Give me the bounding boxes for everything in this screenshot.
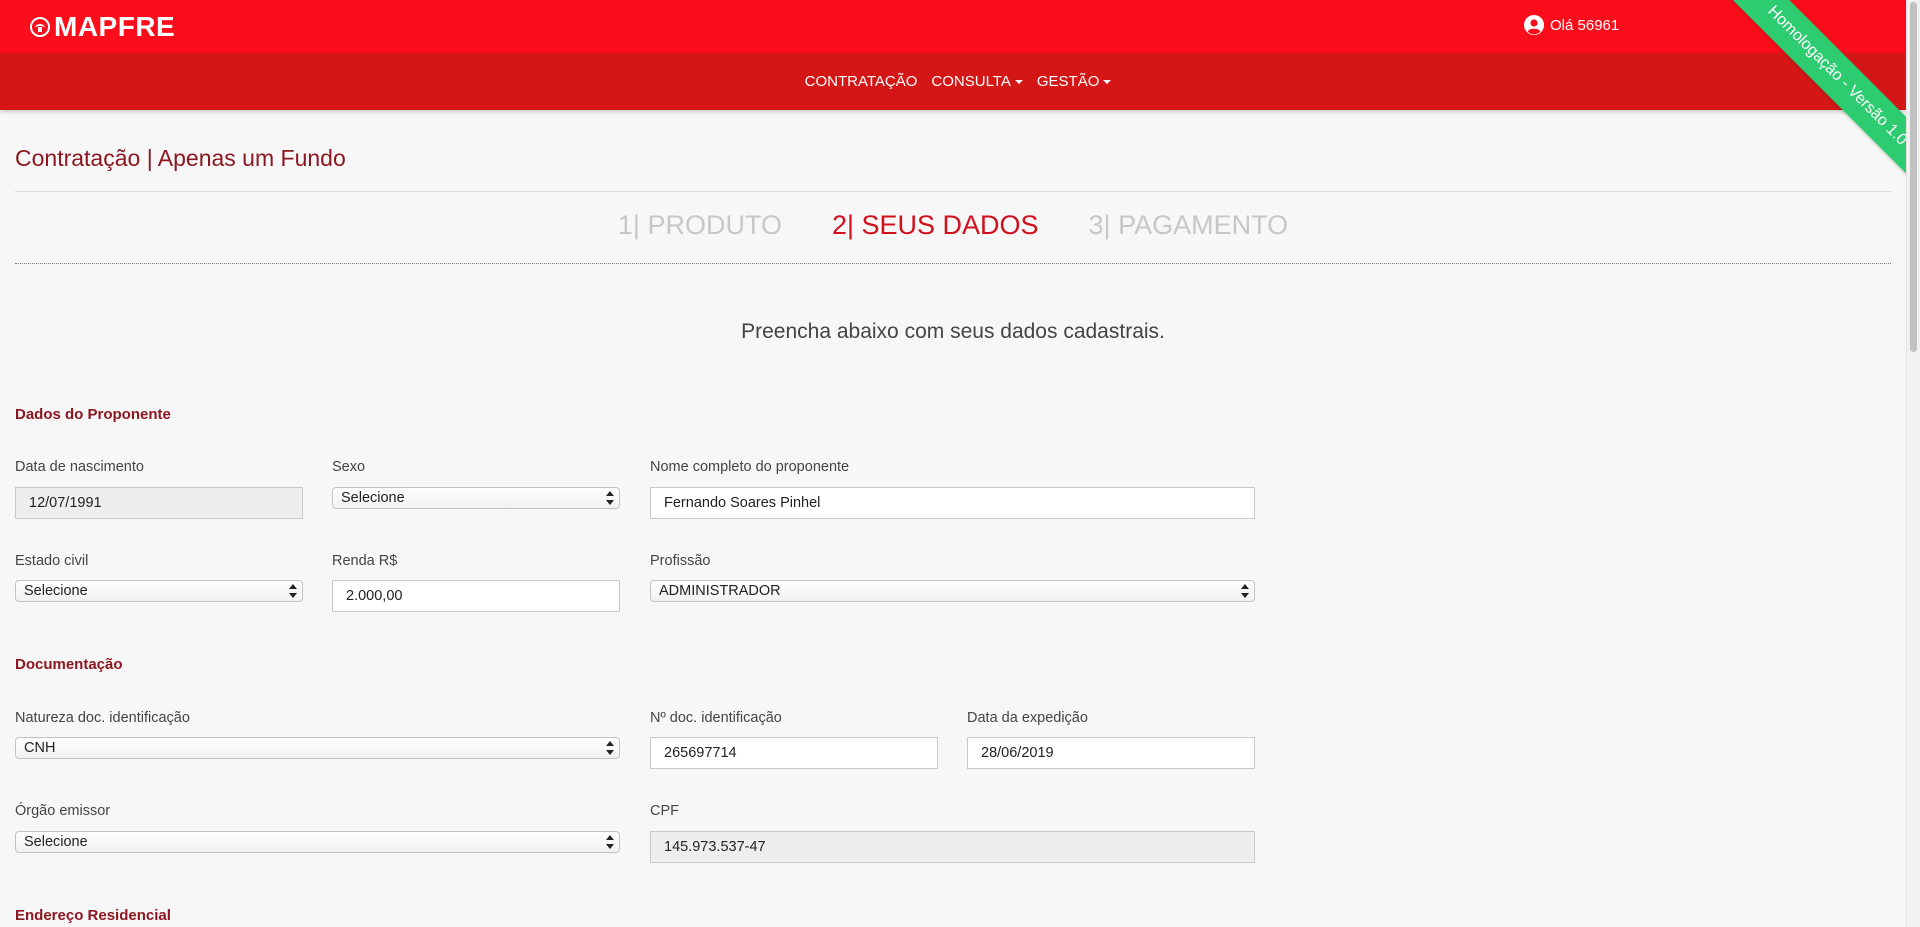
user-circle-icon [1524,15,1544,35]
section-documentacao: Documentação [15,656,123,673]
section-dados-proponente: Dados do Proponente [15,406,171,423]
step-pagamento: 3| PAGAMENTO [1088,210,1289,240]
full-name-field[interactable]: Fernando Soares Pinhel [650,487,1255,519]
doc-number-label: Nº doc. identificação [650,710,782,726]
page-title: Contratação | Apenas um Fundo [15,145,346,171]
income-field[interactable]: 2.000,00 [332,580,620,612]
sex-select[interactable]: Selecione [332,487,620,509]
user-greeting[interactable]: Olá 56961 [1524,15,1619,35]
issuer-label: Órgão emissor [15,803,111,819]
select-arrows-icon [606,491,614,505]
issuer-select[interactable]: Selecione [15,831,620,853]
select-arrows-icon [606,741,614,755]
mapfre-logo-icon [30,17,50,37]
profession-select[interactable]: ADMINISTRADOR [650,580,1255,602]
steps-divider [15,263,1891,264]
vertical-scrollbar[interactable] [1906,0,1920,927]
logout-power-icon[interactable] [1787,14,1809,36]
sex-label: Sexo [332,459,366,475]
doc-type-label: Natureza doc. identificação [15,710,190,726]
nav-contratacao[interactable]: CONTRATAÇÃO [798,73,925,90]
brand-name: MAPFRE [54,11,176,42]
birthdate-label: Data de nascimento [15,459,144,475]
select-arrows-icon [606,835,614,849]
sex-select-value: Selecione [341,490,405,506]
income-label: Renda R$ [332,553,398,569]
issuer-value: Selecione [24,834,88,850]
nav-consulta-dropdown[interactable]: CONSULTA [924,73,1029,90]
wizard-steps: 1| PRODUTO 2| SEUS DADOS 3| PAGAMENTO [0,210,1906,241]
issue-date-label: Data da expedição [967,710,1088,726]
marital-status-value: Selecione [24,583,88,599]
step-seus-dados: 2| SEUS DADOS [831,210,1039,240]
select-arrows-icon [289,584,297,598]
title-divider [15,191,1891,192]
caret-down-icon [1014,79,1023,84]
select-arrows-icon [1241,584,1249,598]
caret-down-icon [1103,79,1112,84]
doc-type-value: CNH [24,740,56,756]
step-produto[interactable]: 1| PRODUTO [618,210,782,241]
top-header: MAPFRE Olá 56961 [0,0,1906,53]
birthdate-field[interactable]: 12/07/1991 [15,487,303,519]
nav-contratacao-label: CONTRATAÇÃO [804,73,918,90]
profession-label: Profissão [650,553,711,569]
nav-gestao-label: GESTÃO [1036,73,1100,90]
doc-number-field[interactable]: 265697714 [650,737,938,769]
cpf-label: CPF [650,803,679,819]
greeting-text: Olá 56961 [1550,16,1620,34]
cpf-field[interactable]: 145.973.537-47 [650,831,1255,863]
issue-date-field[interactable]: 28/06/2019 [967,737,1255,769]
marital-status-select[interactable]: Selecione [15,580,303,602]
section-endereco-residencial: Endereço Residencial [15,907,171,924]
full-name-label: Nome completo do proponente [650,459,850,475]
marital-status-label: Estado civil [15,553,89,569]
mapfre-logo[interactable]: MAPFRE [30,13,175,41]
nav-gestao-dropdown[interactable]: GESTÃO [1030,73,1119,90]
doc-type-select[interactable]: CNH [15,737,620,759]
main-nav: CONTRATAÇÃO CONSULTA GESTÃO [0,53,1906,110]
profession-value: ADMINISTRADOR [659,583,781,599]
form-intro: Preencha abaixo com seus dados cadastrai… [741,320,1165,343]
scrollbar-thumb[interactable] [1910,2,1917,352]
nav-consulta-label: CONSULTA [931,73,1011,90]
